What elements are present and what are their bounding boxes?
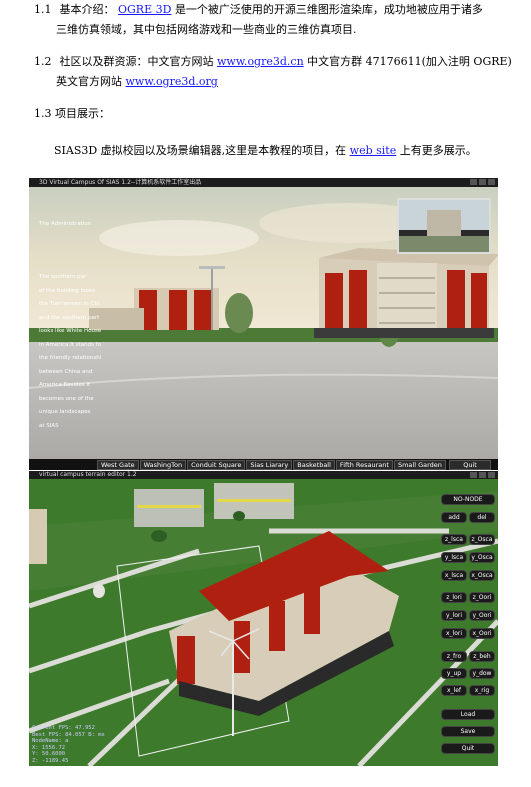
- editor-button[interactable]: z_fro: [441, 651, 467, 662]
- section-1-1: 1.1 基本介绍： OGRE 3D 是一个被广泛使用的开源三维图形渲染库，成功地…: [34, 0, 504, 40]
- section-1-3-text: SIAS3D 虚拟校园以及场景编辑器,这里是本教程的项目，在 web site …: [54, 141, 524, 161]
- minimize-icon[interactable]: [470, 472, 477, 478]
- overlay-line: the Tian'anmen in Chi: [39, 301, 100, 307]
- editor-window-controls: [470, 472, 495, 478]
- editor-button[interactable]: del: [469, 512, 495, 523]
- status-line: Current FPS: 47.952: [32, 725, 95, 731]
- cn-site-link[interactable]: www.ogre3d.cn: [217, 55, 304, 68]
- en-site-link[interactable]: www.ogre3d.org: [126, 75, 218, 88]
- intro-text-2: 三维仿真领域，其中包括网络游戏和一些商业的三维仿真项目.: [56, 23, 357, 36]
- maximize-icon[interactable]: [479, 179, 486, 185]
- overlay-line: unique landscapes: [39, 409, 91, 415]
- minimap-view[interactable]: [397, 198, 491, 254]
- editor-button[interactable]: y_Oori: [469, 610, 495, 621]
- overlay-line: at SIAS: [39, 422, 59, 429]
- window-title: 3D Virtual Campus Of SIAS 1.2--计算机系软件工作室…: [39, 179, 202, 186]
- en-site-label: 英文官方网站: [56, 75, 122, 88]
- overlay-line: The southern par: [39, 274, 87, 280]
- editor-title: virtual campus terrain editor 1.2: [39, 471, 137, 478]
- editor-file-button[interactable]: Load: [441, 709, 495, 720]
- location-buttons: West Gate WashingTon Conduit Square Sias Li…: [29, 459, 447, 470]
- minimap-building: [427, 210, 461, 236]
- location-button[interactable]: Small Garden: [393, 459, 446, 470]
- editor-button[interactable]: x_lori: [441, 628, 467, 639]
- window-titlebar: 3D Virtual Campus Of SIAS 1.2--计算机系软件工作室…: [29, 178, 498, 187]
- location-bar: West Gate WashingTon Conduit Square Sias Li…: [29, 459, 498, 470]
- section-number: 1.2: [34, 55, 52, 68]
- quit-button[interactable]: Quit: [449, 459, 491, 470]
- editor-button[interactable]: z_lori: [441, 592, 467, 603]
- editor-button[interactable]: add: [441, 512, 467, 523]
- overlay-line: and the southern part: [39, 314, 100, 321]
- qq-group-text: 中文官方群 47176611(加入注明 OGRE): [307, 55, 512, 68]
- window-controls: [470, 179, 495, 185]
- overlay-line: in America.It stands fo: [39, 341, 102, 348]
- overlay-line: looks like White House: [39, 328, 102, 334]
- project-text: SIAS3D 虚拟校园以及场景编辑器,这里是本教程的项目，在: [54, 144, 347, 157]
- editor-button[interactable]: y_lori: [441, 610, 467, 621]
- editor-file-button[interactable]: Save: [441, 726, 495, 737]
- overlay-line: becomes one of the: [39, 395, 94, 402]
- overlay-line: America.Besides it: [39, 382, 91, 388]
- overlay-line: of the building looks: [39, 287, 95, 294]
- info-overlay-text: The southern par of the building looks the…: [39, 271, 119, 433]
- maximize-icon[interactable]: [479, 472, 486, 478]
- campus-screenshot: 3D Virtual Campus Of SIAS 1.2--计算机系软件工作室…: [29, 178, 498, 470]
- intro-text: 是一个被广泛使用的开源三维图形渲染库，成功地被应用于诸多: [174, 3, 483, 16]
- editor-button[interactable]: x_rig: [469, 685, 495, 696]
- overlay-line: the friendly relationshi: [39, 355, 102, 361]
- minimize-icon[interactable]: [470, 179, 477, 185]
- editor-button[interactable]: z_beh: [469, 651, 495, 662]
- ogre3d-link[interactable]: OGRE 3D: [118, 3, 171, 16]
- editor-screenshot: virtual campus terrain editor 1.2 NO-NOD…: [29, 471, 498, 766]
- editor-scene: [29, 479, 498, 766]
- location-button[interactable]: Sias Liarary: [246, 459, 293, 470]
- close-icon[interactable]: [488, 472, 495, 478]
- location-button[interactable]: Basketball: [293, 459, 335, 470]
- location-button[interactable]: WashingTon: [139, 459, 187, 470]
- section-1-3-heading: 1.3 项目展示：: [34, 107, 110, 120]
- minimap-ground: [399, 236, 489, 252]
- location-button[interactable]: Conduit Square: [187, 459, 246, 470]
- overlay-line: between China and: [39, 368, 93, 375]
- editor-button[interactable]: x_lef: [441, 685, 467, 696]
- editor-button[interactable]: x_lsca: [441, 570, 467, 581]
- editor-button[interactable]: x_Osca: [469, 570, 495, 581]
- close-icon[interactable]: [488, 179, 495, 185]
- website-link[interactable]: web site: [350, 144, 397, 157]
- editor-button[interactable]: y_dow: [469, 668, 495, 679]
- project-text-2: 上有更多展示。: [399, 144, 477, 157]
- intro-prefix: 基本介绍：: [59, 3, 115, 16]
- editor-button[interactable]: z_lsca: [441, 534, 467, 545]
- fps-status: Current FPS: 47.952 Best FPS: 84.057 B: m…: [32, 725, 105, 764]
- editor-button[interactable]: y_lsca: [441, 552, 467, 563]
- info-overlay-title: The Administration: [39, 221, 92, 227]
- editor-button[interactable]: x_Oori: [469, 628, 495, 639]
- editor-titlebar: virtual campus terrain editor 1.2: [29, 471, 498, 479]
- community-prefix: 社区以及群资源：中文官方网站: [59, 55, 214, 68]
- editor-file-button[interactable]: Quit: [441, 743, 495, 754]
- editor-button[interactable]: y_up: [441, 668, 467, 679]
- node-selector[interactable]: NO-NODE: [441, 494, 495, 505]
- location-button[interactable]: Fifth Resaurant: [335, 459, 393, 470]
- status-line: Z: -1189.45: [32, 757, 69, 764]
- editor-button[interactable]: y_Osca: [469, 552, 495, 563]
- editor-button[interactable]: z_Oori: [469, 592, 495, 603]
- section-number: 1.1: [34, 3, 52, 16]
- editor-button[interactable]: z_Osca: [469, 534, 495, 545]
- location-button[interactable]: West Gate: [97, 459, 139, 470]
- section-1-2: 1.2 社区以及群资源：中文官方网站 www.ogre3d.cn 中文官方群 4…: [34, 52, 514, 92]
